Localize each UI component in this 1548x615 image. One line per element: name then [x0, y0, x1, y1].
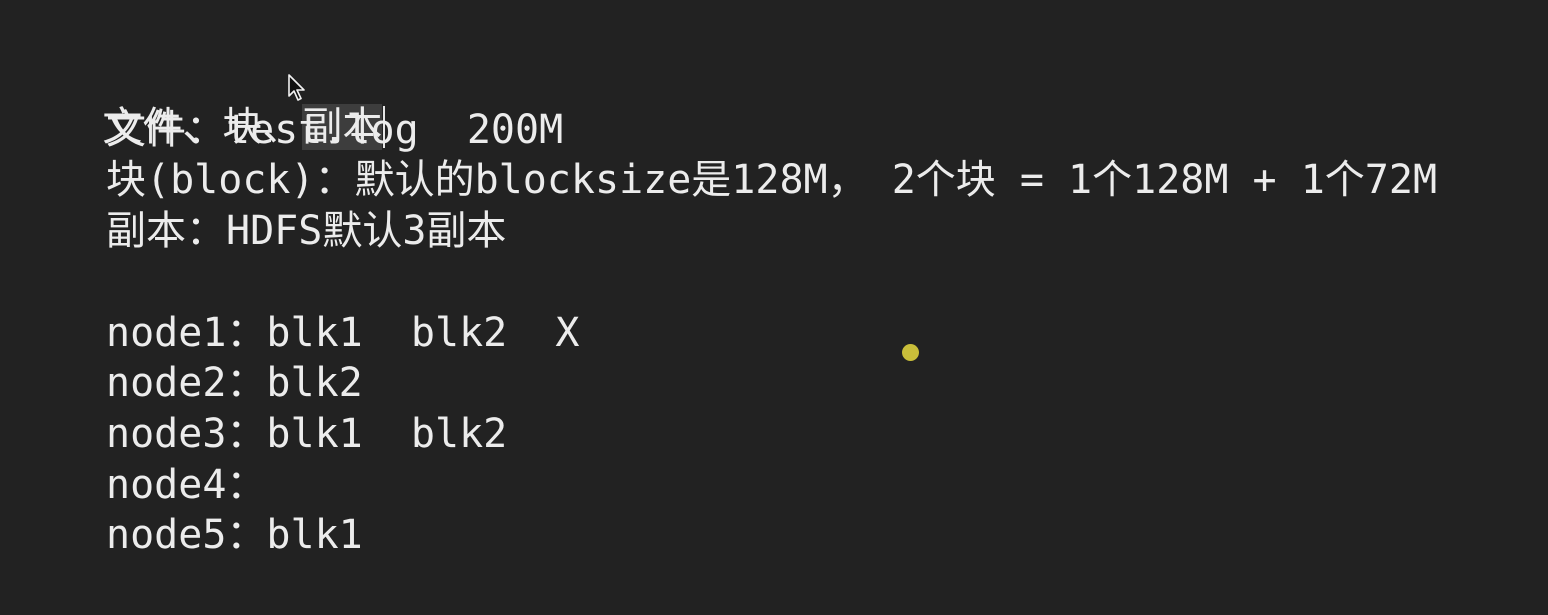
file-line: 文件：test.log 200M: [106, 107, 564, 153]
node-line-4: node4：: [106, 462, 267, 508]
text-editor[interactable]: 文件、块、副本 文件：test.log 200M 块(block)：默认的blo…: [0, 0, 1548, 615]
block-line: 块(block)：默认的blocksize是128M， 2个块 = 1个128M…: [106, 157, 1438, 203]
mouse-pointer-icon: [288, 74, 305, 101]
heading-line: 文件、块、副本: [6, 52, 386, 150]
node-line-5: node5：blk1: [106, 512, 363, 558]
node-line-3: node3：blk1 blk2: [106, 411, 508, 457]
node-line-1: node1：blk1 blk2 X: [106, 310, 580, 356]
pointer-dot-icon: [902, 344, 919, 361]
node-line-2: node2：blk2: [106, 360, 363, 406]
replica-line: 副本：HDFS默认3副本: [106, 208, 507, 254]
